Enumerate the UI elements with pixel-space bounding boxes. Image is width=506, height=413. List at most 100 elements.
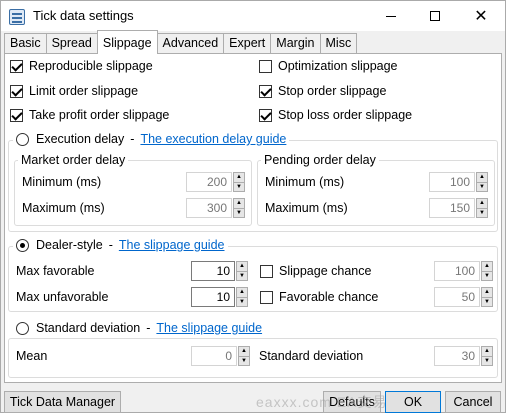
slippage-tab-panel: Reproducible slippage Optimization slipp… <box>4 53 502 383</box>
market-order-delay-title: Market order delay <box>18 153 129 167</box>
spin-down-icon[interactable]: ▼ <box>476 208 488 218</box>
execution-delay-header: Execution delay - The execution delay gu… <box>13 132 290 146</box>
market-minimum-label: Minimum (ms) <box>22 175 102 189</box>
pending-minimum-spinner[interactable]: 100 ▲ ▼ <box>429 172 488 192</box>
checkbox-label: Limit order slippage <box>29 84 139 98</box>
take-profit-slippage-checkbox[interactable]: Take profit order slippage <box>10 108 169 122</box>
checkbox-box <box>10 59 23 73</box>
mean-label: Mean <box>16 349 48 363</box>
defaults-button[interactable]: Defaults <box>323 391 381 413</box>
dealer-style-guide-link[interactable]: The slippage guide <box>119 238 225 252</box>
tab-expert[interactable]: Expert <box>223 33 272 54</box>
cancel-button[interactable]: Cancel <box>445 391 501 413</box>
maximize-icon <box>430 11 440 21</box>
max-unfavorable-spinner[interactable]: 10 ▲ ▼ <box>191 287 248 307</box>
reproducible-slippage-checkbox[interactable]: Reproducible slippage <box>10 59 153 73</box>
checkbox-label: Optimization slippage <box>278 59 398 73</box>
standard-deviation-group <box>8 338 498 378</box>
settings-window: Tick data settings ✕ Basic Spread Slippa… <box>0 0 506 413</box>
spin-down-icon[interactable]: ▼ <box>233 182 245 192</box>
limit-order-slippage-checkbox[interactable]: Limit order slippage <box>10 84 138 98</box>
slippage-chance-spinner[interactable]: 100 ▲ ▼ <box>434 261 493 281</box>
execution-delay-guide-link[interactable]: The execution delay guide <box>140 132 286 146</box>
spinner-value[interactable]: 50 <box>434 287 480 307</box>
favorable-chance-spinner[interactable]: 50 ▲ ▼ <box>434 287 493 307</box>
dealer-style-header: Dealer-style - The slippage guide <box>13 238 228 252</box>
close-button[interactable]: ✕ <box>459 1 503 31</box>
max-favorable-spinner[interactable]: 10 ▲ ▼ <box>191 261 248 281</box>
pending-order-delay-title: Pending order delay <box>261 153 379 167</box>
app-icon <box>9 9 25 25</box>
favorable-chance-checkbox[interactable]: Favorable chance <box>260 290 378 304</box>
checkbox-box <box>10 84 23 98</box>
spinner-value[interactable]: 10 <box>191 287 235 307</box>
tab-spread[interactable]: Spread <box>45 33 98 54</box>
spinner-value[interactable]: 200 <box>186 172 232 192</box>
spin-down-icon[interactable]: ▼ <box>233 208 245 218</box>
spin-down-icon[interactable]: ▼ <box>481 297 493 307</box>
checkbox-label: Take profit order slippage <box>29 108 170 122</box>
title-bar: Tick data settings ✕ <box>1 1 505 31</box>
checkbox-label: Reproducible slippage <box>29 59 153 73</box>
spinner-value[interactable]: 300 <box>186 198 232 218</box>
spin-up-icon[interactable]: ▲ <box>476 198 488 209</box>
checkbox-box <box>259 59 272 73</box>
spin-down-icon[interactable]: ▼ <box>476 182 488 192</box>
checkbox-box <box>260 290 273 304</box>
tick-data-manager-button[interactable]: Tick Data Manager <box>4 391 121 413</box>
spin-up-icon[interactable]: ▲ <box>236 287 248 298</box>
execution-delay-radio[interactable] <box>16 132 29 146</box>
spin-down-icon[interactable]: ▼ <box>236 271 248 281</box>
standard-deviation-header: Standard deviation - The slippage guide <box>13 321 266 335</box>
spinner-value[interactable]: 10 <box>191 261 235 281</box>
separator: - <box>130 132 135 146</box>
execution-delay-label: Execution delay <box>36 132 125 146</box>
stop-loss-slippage-checkbox[interactable]: Stop loss order slippage <box>259 108 412 122</box>
pending-maximum-spinner[interactable]: 150 ▲ ▼ <box>429 198 488 218</box>
separator: - <box>108 238 113 252</box>
tab-slippage[interactable]: Slippage <box>96 30 158 54</box>
tab-misc[interactable]: Misc <box>319 33 358 54</box>
button-bar: Tick Data Manager Defaults OK Cancel <box>1 385 505 413</box>
checkbox-label: Slippage chance <box>279 264 372 278</box>
spinner-value[interactable]: 30 <box>434 346 480 366</box>
standard-deviation-value-label: Standard deviation <box>259 349 364 363</box>
spin-up-icon[interactable]: ▲ <box>238 346 250 357</box>
checkbox-box <box>259 84 272 98</box>
standard-deviation-spinner[interactable]: 30 ▲ ▼ <box>434 346 493 366</box>
spin-down-icon[interactable]: ▼ <box>236 297 248 307</box>
spin-up-icon[interactable]: ▲ <box>233 198 245 209</box>
optimization-slippage-checkbox[interactable]: Optimization slippage <box>259 59 398 73</box>
dealer-style-radio[interactable] <box>16 238 29 252</box>
spinner-value[interactable]: 100 <box>434 261 480 281</box>
market-maximum-label: Maximum (ms) <box>22 201 105 215</box>
slippage-chance-checkbox[interactable]: Slippage chance <box>260 264 371 278</box>
standard-deviation-radio[interactable] <box>16 321 29 335</box>
spin-up-icon[interactable]: ▲ <box>476 172 488 183</box>
spin-down-icon[interactable]: ▼ <box>238 356 250 366</box>
market-minimum-spinner[interactable]: 200 ▲ ▼ <box>186 172 245 192</box>
tab-advanced[interactable]: Advanced <box>156 33 225 54</box>
maximize-button[interactable] <box>413 1 457 31</box>
tab-strip: Basic Spread Slippage Advanced Expert Ma… <box>4 30 358 54</box>
spinner-value[interactable]: 0 <box>191 346 237 366</box>
stop-order-slippage-checkbox[interactable]: Stop order slippage <box>259 84 386 98</box>
standard-deviation-guide-link[interactable]: The slippage guide <box>156 321 262 335</box>
spin-down-icon[interactable]: ▼ <box>481 356 493 366</box>
checkbox-box <box>10 108 23 122</box>
market-maximum-spinner[interactable]: 300 ▲ ▼ <box>186 198 245 218</box>
dealer-style-label: Dealer-style <box>36 238 103 252</box>
tab-basic[interactable]: Basic <box>4 33 47 54</box>
minimize-button[interactable] <box>369 1 413 31</box>
spinner-value[interactable]: 150 <box>429 198 475 218</box>
tab-margin[interactable]: Margin <box>270 33 321 54</box>
spin-up-icon[interactable]: ▲ <box>233 172 245 183</box>
spin-up-icon[interactable]: ▲ <box>481 287 493 298</box>
spin-up-icon[interactable]: ▲ <box>481 261 493 272</box>
spin-up-icon[interactable]: ▲ <box>481 346 493 357</box>
ok-button[interactable]: OK <box>385 391 441 413</box>
spinner-value[interactable]: 100 <box>429 172 475 192</box>
mean-spinner[interactable]: 0 ▲ ▼ <box>191 346 250 366</box>
spin-up-icon[interactable]: ▲ <box>236 261 248 272</box>
spin-down-icon[interactable]: ▼ <box>481 271 493 281</box>
